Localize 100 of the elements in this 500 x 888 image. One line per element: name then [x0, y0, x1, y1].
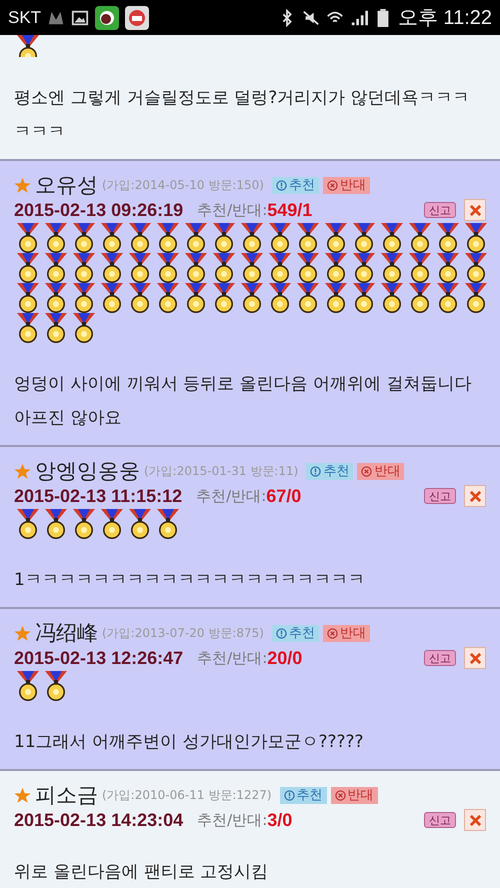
oppose-button[interactable]: 반대 [357, 462, 404, 480]
medal-icon [294, 253, 322, 283]
oppose-button[interactable]: 반대 [330, 786, 378, 804]
medal-icon [14, 253, 42, 283]
user-name: 앙엥잉옹웅 [35, 458, 140, 485]
medal-icon [126, 253, 154, 283]
medal-icon [210, 223, 238, 253]
medal-icon [126, 283, 154, 313]
delete-button[interactable] [464, 647, 486, 669]
recommend-button[interactable]: 추천 [272, 624, 319, 642]
comment-text: 평소엔 그렇게 거슬릴정도로 덜렁?거리지가 않던데욕ㅋㅋㅋㅋㅋㅋ [14, 87, 471, 144]
medal-icon [154, 223, 182, 253]
medal-icon [322, 223, 350, 253]
medal-icon [42, 283, 70, 313]
star-icon [14, 462, 31, 480]
votes-label: 추천/반대: [196, 486, 266, 506]
vote-count: 549/1 [267, 200, 312, 220]
medal-icon [42, 509, 70, 539]
medal-icon [350, 283, 378, 313]
cross-circle-icon [361, 466, 372, 476]
user-meta: (가입:2014-05-10 방문:150) [102, 176, 264, 194]
medal-icon [154, 253, 182, 283]
vote-count: 20/0 [267, 648, 302, 668]
delete-button[interactable] [464, 485, 486, 507]
info-icon [276, 628, 287, 638]
comment-text: 엉덩이 사이에 끼워서 등뒤로 올린다음 어깨위에 걸쳐둡니다 아프진 않아요 [14, 373, 472, 430]
comment-text: 11그래서 어깨주변이 성가대인가모군ㅇ????? [14, 731, 365, 754]
delete-button[interactable] [464, 809, 486, 831]
votes-label: 추천/반대: [197, 810, 268, 830]
recommend-button[interactable]: 추천 [306, 462, 354, 480]
medal-icon [126, 509, 154, 539]
medal-icon [462, 223, 490, 253]
cross-circle-icon [326, 628, 338, 638]
medal-icon [434, 283, 462, 313]
comment-date: 2015-02-13 14:23:04 [14, 810, 184, 830]
image-icon [71, 8, 90, 26]
medal-icon [238, 253, 266, 283]
report-button[interactable]: 신고 [424, 812, 456, 828]
comment-text: 위로 올린다음에 팬티로 고정시킴 [14, 861, 270, 884]
medal-icon [14, 283, 42, 313]
medal-icon [378, 253, 406, 283]
medal-icon [98, 223, 126, 253]
medal-icon [266, 223, 294, 253]
medal-icon [294, 223, 322, 253]
user-name: 피소금 [35, 782, 98, 809]
medal-icon [42, 223, 70, 253]
cross-circle-icon [326, 180, 338, 190]
info-icon [276, 180, 287, 190]
medal-icon [42, 313, 70, 343]
medal-icon [434, 253, 462, 283]
recommend-button[interactable]: 추천 [272, 176, 319, 194]
medal-icon [238, 223, 266, 253]
info-icon [284, 790, 295, 800]
medal-icon [70, 223, 98, 253]
votes-label: 추천/반대: [197, 200, 268, 220]
close-icon [468, 204, 482, 216]
vote-count: 3/0 [267, 810, 292, 830]
medal-icon [70, 283, 98, 313]
close-icon [468, 652, 482, 664]
medal-icon [350, 253, 378, 283]
medal-icon [182, 253, 210, 283]
medal-icon [14, 223, 42, 253]
user-meta: (가입:2010-06-11 방문:1227) [102, 786, 272, 804]
medal-icon [378, 223, 406, 253]
medal-icon [210, 253, 238, 283]
cross-circle-icon [334, 790, 346, 800]
star-icon [14, 624, 31, 642]
star-icon [14, 786, 31, 804]
comment-date: 2015-02-13 12:26:47 [14, 648, 184, 668]
delete-button[interactable] [464, 199, 486, 221]
comment-text: 1ㅋㅋㅋㅋㅋㅋㅋㅋㅋㅋㅋㅋㅋㅋㅋㅋㅋㅋㅋㅋ [14, 569, 366, 592]
medal-icon [210, 283, 238, 313]
comment-date: 2015-02-13 09:26:19 [14, 200, 184, 220]
medal-icon [182, 283, 210, 313]
medal-icon [98, 509, 126, 539]
medal-icon [42, 671, 70, 701]
medal-icon [266, 253, 294, 283]
medal-icon [70, 509, 98, 539]
recommend-button[interactable]: 추천 [280, 786, 327, 804]
mute-icon [302, 8, 320, 26]
medal-icon [98, 253, 126, 283]
report-button[interactable]: 신고 [424, 202, 456, 218]
user-name: 오유성 [35, 172, 98, 199]
oppose-button[interactable]: 반대 [322, 624, 370, 642]
medal-icon [406, 283, 434, 313]
user-meta: (가입:2015-01-31 방문:11) [144, 462, 298, 480]
app-icon [125, 6, 150, 30]
oppose-button[interactable]: 반대 [322, 176, 370, 194]
report-button[interactable]: 신고 [424, 650, 456, 666]
medal-icon [70, 313, 98, 343]
medal-icon [322, 283, 350, 313]
medal-icon [182, 223, 210, 253]
medal-icon [14, 671, 42, 701]
star-icon [14, 176, 31, 194]
app-icon [95, 6, 120, 30]
medal-icon [434, 223, 462, 253]
medal-icon [266, 283, 294, 313]
report-button[interactable]: 신고 [424, 488, 456, 504]
signal-icon [350, 8, 368, 26]
medal-icon [378, 283, 406, 313]
